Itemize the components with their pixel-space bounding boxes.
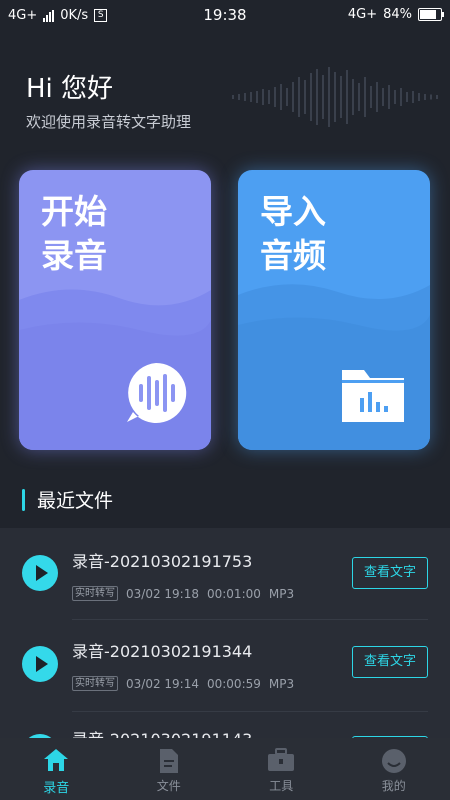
file-icon — [159, 749, 178, 773]
play-icon[interactable] — [22, 555, 58, 591]
file-date: 03/02 19:14 — [126, 676, 199, 691]
tab-label: 文件 — [156, 779, 181, 793]
battery-percent: 84% — [383, 7, 412, 22]
card-label-line1: 开始 — [41, 192, 107, 231]
folder-chart-icon — [342, 370, 404, 422]
recent-files-list[interactable]: 录音-20210302191753 实时转写 03/02 19:18 00:01… — [0, 528, 450, 746]
file-format: MP3 — [268, 676, 295, 691]
tab-label: 工具 — [269, 779, 294, 793]
file-name: 录音-20210302191344 — [72, 642, 253, 661]
file-format: MP3 — [268, 586, 295, 601]
file-duration: 00:00:59 — [206, 676, 261, 691]
list-item[interactable]: 录音-20210302191344 实时转写 03/02 19:14 00:00… — [0, 620, 450, 712]
network-indicator-right: 4G+ — [347, 7, 378, 22]
tab-label: 录音 — [43, 781, 70, 796]
section-title: 最近文件 — [37, 490, 114, 512]
greeting-subtitle: 欢迎使用录音转文字助理 — [26, 113, 192, 131]
transcribe-tag: 实时转写 — [72, 586, 118, 601]
list-item[interactable]: 录音-20210302191753 实时转写 03/02 19:18 00:01… — [0, 528, 450, 620]
voice-bubble-icon — [127, 362, 187, 423]
tab-record[interactable]: 录音 — [0, 738, 113, 800]
transcribe-tag: 实时转写 — [72, 676, 118, 691]
profile-icon — [381, 749, 406, 773]
import-audio-label: 导入 音频 — [260, 190, 360, 278]
sound-wave-decoration — [232, 67, 438, 127]
view-text-button[interactable]: 查看文字 — [352, 646, 428, 678]
recent-files-header: 最近文件 — [22, 486, 113, 513]
battery-icon — [418, 8, 444, 21]
tab-label: 我的 — [381, 779, 406, 793]
tab-files[interactable]: 文件 — [113, 738, 226, 800]
file-date: 03/02 19:18 — [126, 586, 199, 601]
file-duration: 00:01:00 — [206, 586, 261, 601]
card-label-line2: 录音 — [41, 236, 107, 275]
status-right: 4G+ 84% — [347, 7, 444, 22]
greeting-title: Hi 您好 — [26, 74, 114, 104]
status-bar: 4G+ 0K/s S 19:38 4G+ 84% — [0, 0, 450, 32]
start-recording-card[interactable]: 开始 录音 — [19, 170, 211, 450]
import-audio-card[interactable]: 导入 音频 — [238, 170, 430, 450]
tab-profile[interactable]: 我的 — [338, 738, 450, 800]
section-accent-bar — [22, 488, 25, 511]
start-recording-label: 开始 录音 — [41, 190, 141, 278]
file-meta: 实时转写 03/02 19:18 00:01:00 MP3 — [72, 586, 294, 601]
toolbox-icon — [268, 748, 295, 771]
file-name: 录音-20210302191753 — [72, 552, 253, 571]
view-text-button[interactable]: 查看文字 — [352, 557, 428, 589]
card-label-line2: 音频 — [260, 236, 326, 275]
home-icon — [44, 749, 69, 771]
play-icon[interactable] — [22, 646, 58, 682]
file-meta: 实时转写 03/02 19:14 00:00:59 MP3 — [72, 676, 294, 691]
bottom-nav: 录音 文件 工具 我的 — [0, 738, 450, 800]
tab-tools[interactable]: 工具 — [225, 738, 338, 800]
card-label-line1: 导入 — [260, 192, 326, 231]
